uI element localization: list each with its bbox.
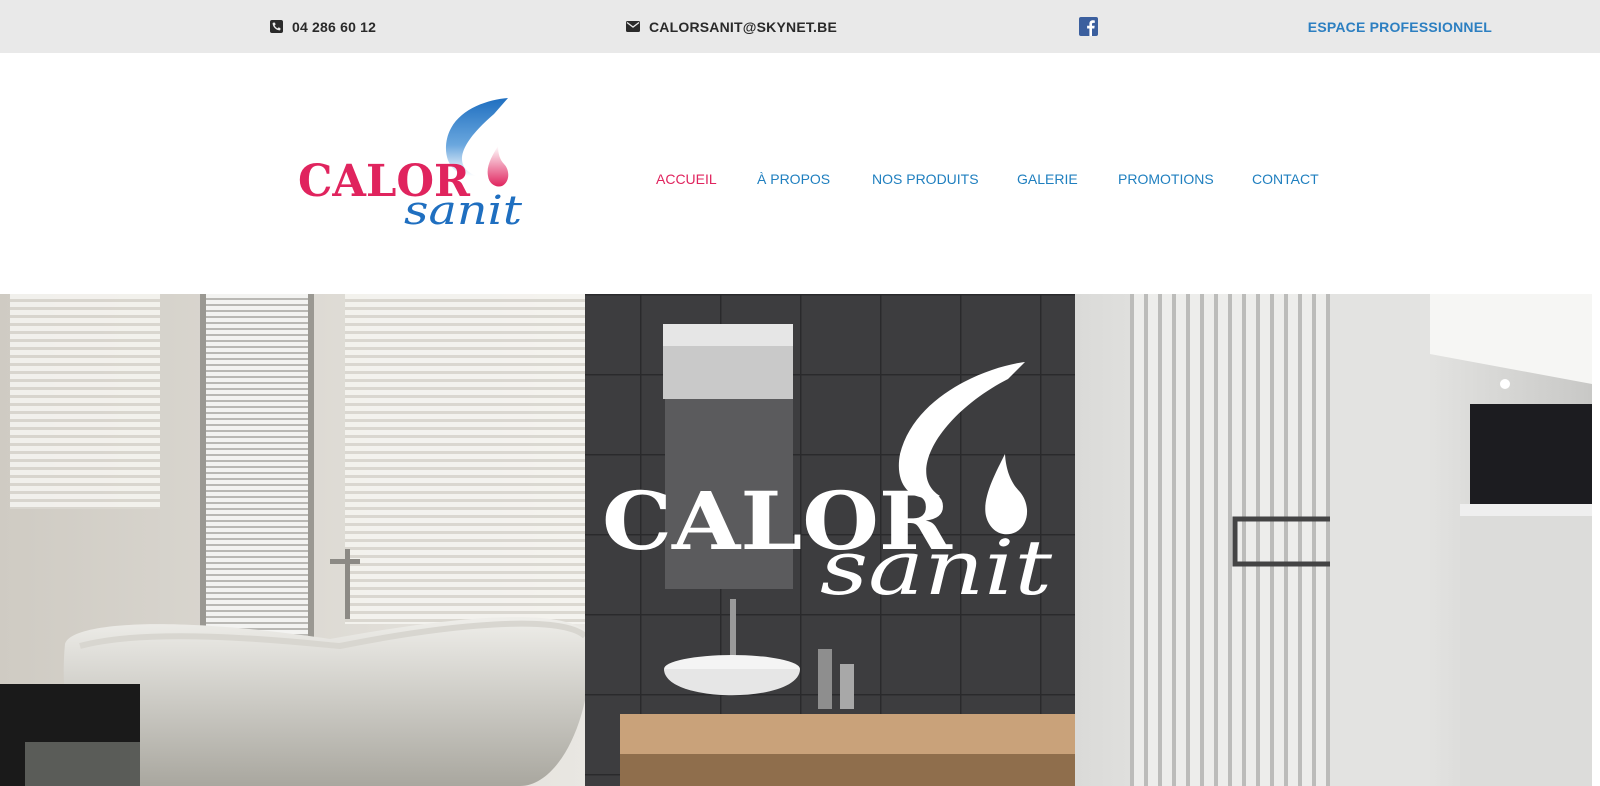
nav-item-promotions[interactable]: PROMOTIONS (1118, 171, 1214, 187)
email-address: CALORSANIT@SKYNET.BE (649, 18, 837, 35)
phone-icon (270, 20, 283, 33)
espace-professionnel-link[interactable]: ESPACE PROFESSIONNEL (1308, 0, 1492, 53)
main-navigation: ACCUEIL À PROPOS NOS PRODUITS GALERIE PR… (0, 53, 1600, 294)
nav-item-accueil[interactable]: ACCUEIL (656, 171, 717, 187)
email-contact[interactable]: CALORSANIT@SKYNET.BE (626, 0, 837, 53)
phone-contact[interactable]: 04 286 60 12 (270, 0, 376, 53)
nav-item-galerie[interactable]: GALERIE (1017, 171, 1078, 187)
scrollbar-gutter (1592, 294, 1600, 786)
facebook-link[interactable] (1079, 0, 1107, 53)
phone-number: 04 286 60 12 (292, 18, 377, 35)
hero-sanit-text: sanit (820, 523, 1053, 612)
facebook-icon (1079, 17, 1098, 36)
envelope-icon (626, 21, 640, 32)
hero-image: CALOR sanit (0, 294, 1592, 786)
nav-item-nos-produits[interactable]: NOS PRODUITS (872, 171, 979, 187)
site-header: CALOR sanit ACCUEIL À PROPOS NOS PRODUIT… (0, 53, 1600, 294)
nav-item-a-propos[interactable]: À PROPOS (757, 171, 830, 187)
top-bar: 04 286 60 12 CALORSANIT@SKYNET.BE ESPACE… (0, 0, 1600, 53)
nav-item-contact[interactable]: CONTACT (1252, 171, 1319, 187)
hero-banner: CALOR sanit (0, 294, 1592, 786)
